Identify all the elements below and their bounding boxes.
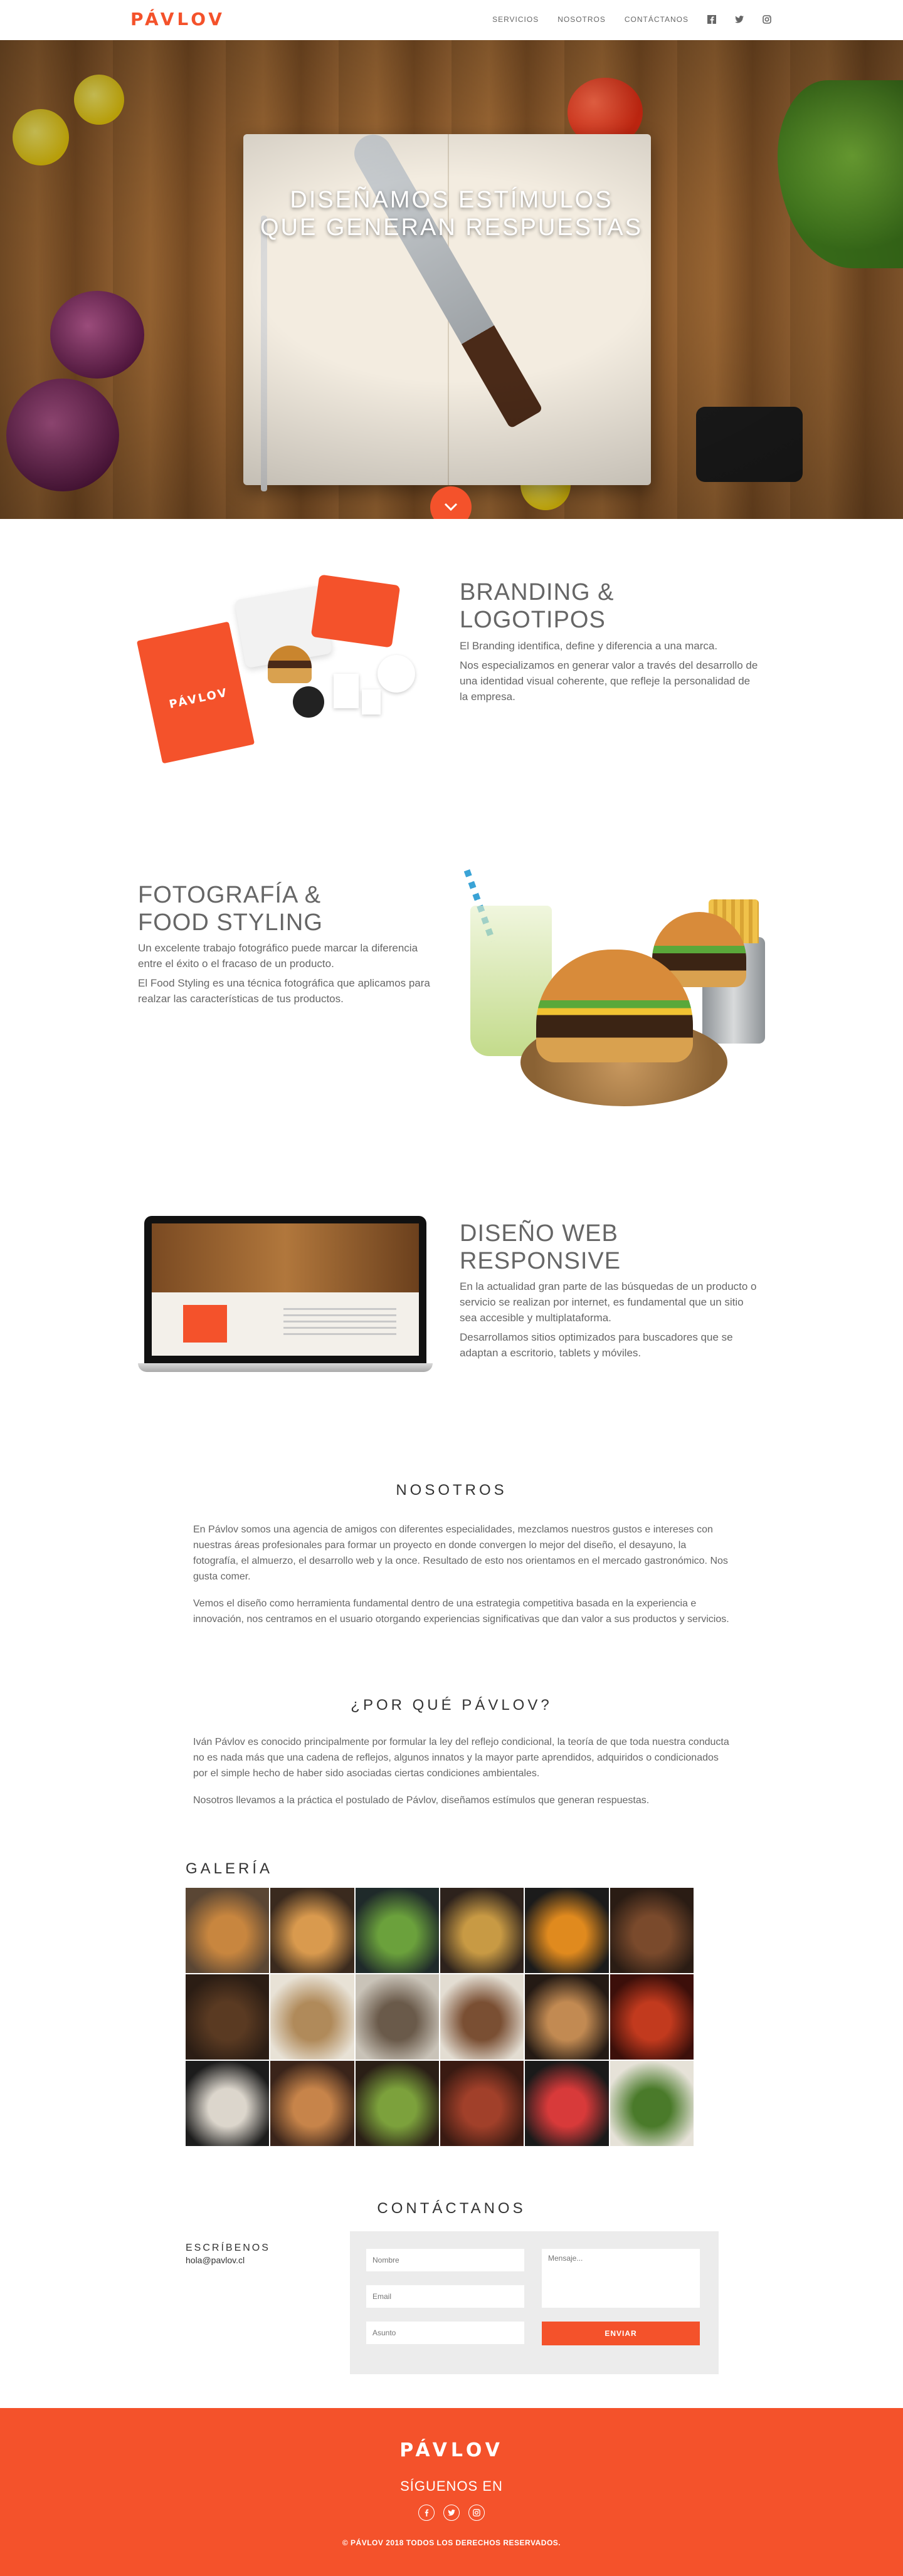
service-paragraph: El Food Styling es una técnica fotográfi… [138, 977, 430, 1005]
gallery-grid [186, 1888, 694, 2146]
instagram-icon[interactable] [763, 15, 771, 24]
gallery-photo[interactable] [355, 1888, 439, 1973]
about-paragraph: Vemos el diseño como herramienta fundame… [193, 1598, 729, 1625]
twitter-icon[interactable] [443, 2505, 460, 2521]
bag-logo: PÁVLOV [167, 686, 230, 711]
gallery-photo[interactable] [610, 1888, 694, 1973]
service-paragraph: Nos especializamos en generar valor a tr… [460, 659, 758, 703]
hero-title-line2: QUE GENERAN RESPUESTAS [260, 214, 643, 241]
service-text-branding: El Branding identifica, define y diferen… [460, 638, 761, 708]
gallery-photo[interactable] [440, 1974, 524, 2060]
why-body: Iván Pávlov es conocido principalmente p… [193, 1734, 729, 1819]
gallery-photo[interactable] [186, 2061, 270, 2146]
subject-field[interactable] [366, 2322, 524, 2344]
service-paragraph: Un excelente trabajo fotográfico puede m… [138, 942, 418, 970]
facebook-icon[interactable] [418, 2505, 435, 2521]
contact-form: ENVIAR [350, 2231, 719, 2374]
about-body: En Pávlov somos una agencia de amigos co… [193, 1522, 729, 1638]
send-button[interactable]: ENVIAR [542, 2322, 700, 2345]
email-field[interactable] [366, 2285, 524, 2308]
why-paragraph: Iván Pávlov es conocido principalmente p… [193, 1737, 729, 1779]
instagram-icon[interactable] [468, 2505, 485, 2521]
service-title-branding: BRANDING & LOGOTIPOS [460, 579, 615, 633]
service-title-food: FOTOGRAFÍA & FOOD STYLING [138, 882, 323, 936]
nav-links: SERVICIOS NOSOTROS CONTÁCTANOS [492, 15, 771, 24]
gallery-photo[interactable] [186, 1974, 270, 2060]
about-heading: NOSOTROS [396, 1482, 507, 1499]
hero-banner: DISEÑAMOS ESTÍMULOS QUE GENERAN RESPUEST… [0, 40, 903, 519]
gallery-photo[interactable] [355, 1974, 439, 2060]
branding-mockup-image: PÁVLOV [136, 574, 421, 768]
service-paragraph: Desarrollamos sitios optimizados para bu… [460, 1331, 733, 1359]
footer-follow-label: SÍGUENOS EN [400, 2478, 503, 2494]
contact-label: ESCRÍBENOS [186, 2243, 270, 2253]
why-heading: ¿POR QUÉ PÁVLOV? [351, 1697, 552, 1714]
hero-title-line1: DISEÑAMOS ESTÍMULOS [290, 187, 613, 213]
site-footer: PÁVLOV SÍGUENOS EN © PÁVLOV 2018 TODOS L… [0, 2408, 903, 2576]
chevron-down-icon [444, 503, 458, 511]
gallery-photo[interactable] [610, 2061, 694, 2146]
gallery-photo[interactable] [270, 2061, 354, 2146]
top-navbar: PÁVLOV SERVICIOS NOSOTROS CONTÁCTANOS [0, 0, 903, 40]
contact-email-link[interactable]: hola@pavlov.cl [186, 2255, 245, 2265]
message-field[interactable] [542, 2249, 700, 2308]
gallery-heading: GALERÍA [186, 1860, 273, 1877]
gallery-photo[interactable] [270, 1888, 354, 1973]
facebook-icon[interactable] [707, 15, 716, 24]
nav-link-contactanos[interactable]: CONTÁCTANOS [625, 15, 689, 24]
gallery-photo[interactable] [525, 2061, 609, 2146]
footer-copyright: © PÁVLOV 2018 TODOS LOS DERECHOS RESERVA… [342, 2538, 561, 2547]
service-text-food: Un excelente trabajo fotográfico puede m… [138, 940, 439, 1010]
service-text-web: En la actualidad gran parte de las búsqu… [460, 1279, 761, 1364]
gallery-photo[interactable] [270, 1974, 354, 2060]
hero-title: DISEÑAMOS ESTÍMULOS QUE GENERAN RESPUEST… [0, 186, 903, 241]
branded-bag: PÁVLOV [136, 621, 255, 764]
why-paragraph: Nosotros llevamos a la práctica el postu… [193, 1795, 650, 1806]
gallery-photo[interactable] [610, 1974, 694, 2060]
laptop-mockup-image [138, 1216, 433, 1379]
gallery-photo[interactable] [525, 1974, 609, 2060]
about-paragraph: En Pávlov somos una agencia de amigos co… [193, 1524, 728, 1582]
name-field[interactable] [366, 2249, 524, 2271]
gallery-photo[interactable] [440, 1888, 524, 1973]
nav-link-servicios[interactable]: SERVICIOS [492, 15, 539, 24]
footer-logo[interactable]: PÁVLOV [0, 2439, 903, 2461]
nav-link-nosotros[interactable]: NOSOTROS [557, 15, 606, 24]
service-title-web: DISEÑO WEB RESPONSIVE [460, 1220, 621, 1274]
gallery-photo[interactable] [525, 1888, 609, 1973]
contact-heading: CONTÁCTANOS [377, 2200, 526, 2217]
site-logo[interactable]: PÁVLOV [130, 9, 225, 29]
footer-social-icons [0, 2505, 903, 2521]
gallery-photo[interactable] [440, 2061, 524, 2146]
service-paragraph: En la actualidad gran parte de las búsqu… [460, 1280, 757, 1324]
gallery-photo[interactable] [355, 2061, 439, 2146]
gallery-photo[interactable] [186, 1888, 270, 1973]
service-paragraph: El Branding identifica, define y diferen… [460, 640, 718, 652]
twitter-icon[interactable] [735, 15, 744, 24]
food-styling-image [463, 868, 765, 1119]
